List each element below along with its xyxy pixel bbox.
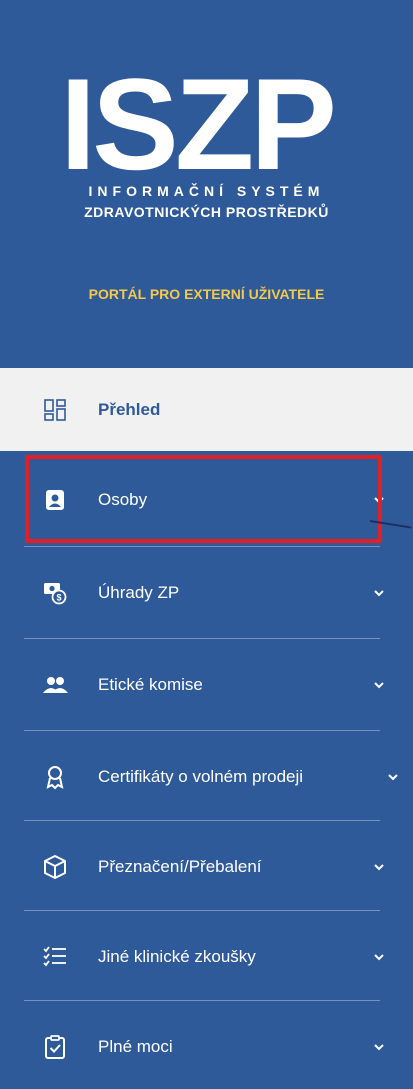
clipboard-check-icon <box>45 1035 65 1059</box>
nav-item-jine-klinicke-zkousky[interactable]: Jiné klinické zkoušky <box>0 912 413 1002</box>
box-icon <box>44 855 66 879</box>
divider <box>24 730 380 731</box>
nav-label-eticke-komise: Etické komise <box>98 675 203 694</box>
svg-text:$: $ <box>56 593 61 603</box>
nav-item-eticke-komise[interactable]: Etické komise <box>0 640 413 730</box>
chevron-down-icon <box>374 590 384 597</box>
nav-item-certifikaty[interactable]: Certifikáty o volném prodeji <box>0 732 413 822</box>
nav-label-prehled: Přehled <box>98 399 161 419</box>
nav-label-preznaceni: Přeznačení/Přebalení <box>98 857 262 876</box>
nav-label-uhrady: Úhrady ZP <box>98 583 180 602</box>
chevron-down-icon <box>374 954 384 961</box>
dashboard-icon <box>44 398 66 421</box>
divider <box>24 546 380 547</box>
money-refund-icon: $ <box>44 583 67 605</box>
divider <box>24 910 380 911</box>
chevron-down-icon <box>374 1044 384 1051</box>
chevron-down-icon <box>374 682 384 689</box>
sidebar: ISZP INFORMAČNÍ SYSTÉM ZDRAVOTNICKÝCH PR… <box>0 0 413 1089</box>
chevron-down-icon <box>388 774 398 781</box>
iszp-logo: ISZP <box>50 51 370 197</box>
logo-subtitle-line2: ZDRAVOTNICKÝCH PROSTŘEDKŮ <box>84 204 329 220</box>
checklist-icon <box>43 946 66 967</box>
highlight-box <box>25 455 382 543</box>
award-icon <box>46 766 64 790</box>
portal-label: PORTÁL PRO EXTERNÍ UŽIVATELE <box>88 286 325 302</box>
nav-label-plne-moci: Plné moci <box>98 1037 173 1056</box>
divider <box>24 820 380 821</box>
nav-label-certifikaty: Certifikáty o volném prodeji <box>98 767 304 786</box>
divider <box>24 1000 380 1001</box>
logo-subtitle-line1: INFORMAČNÍ SYSTÉM <box>88 183 325 199</box>
nav-item-preznaceni[interactable]: Přeznačení/Přebalení <box>0 822 413 912</box>
nav-item-plne-moci[interactable]: Plné moci <box>0 1002 413 1089</box>
nav-label-jine-klinicke-zkousky: Jiné klinické zkoušky <box>98 947 256 966</box>
users-icon <box>43 677 68 693</box>
divider <box>24 638 380 639</box>
chevron-down-icon <box>374 864 384 871</box>
logo-text: ISZP <box>60 51 337 197</box>
nav-item-uhrady[interactable]: $ Úhrady ZP <box>0 548 413 638</box>
nav-item-prehled[interactable]: Přehled <box>0 368 413 451</box>
sidebar-header: ISZP INFORMAČNÍ SYSTÉM ZDRAVOTNICKÝCH PR… <box>0 0 413 368</box>
